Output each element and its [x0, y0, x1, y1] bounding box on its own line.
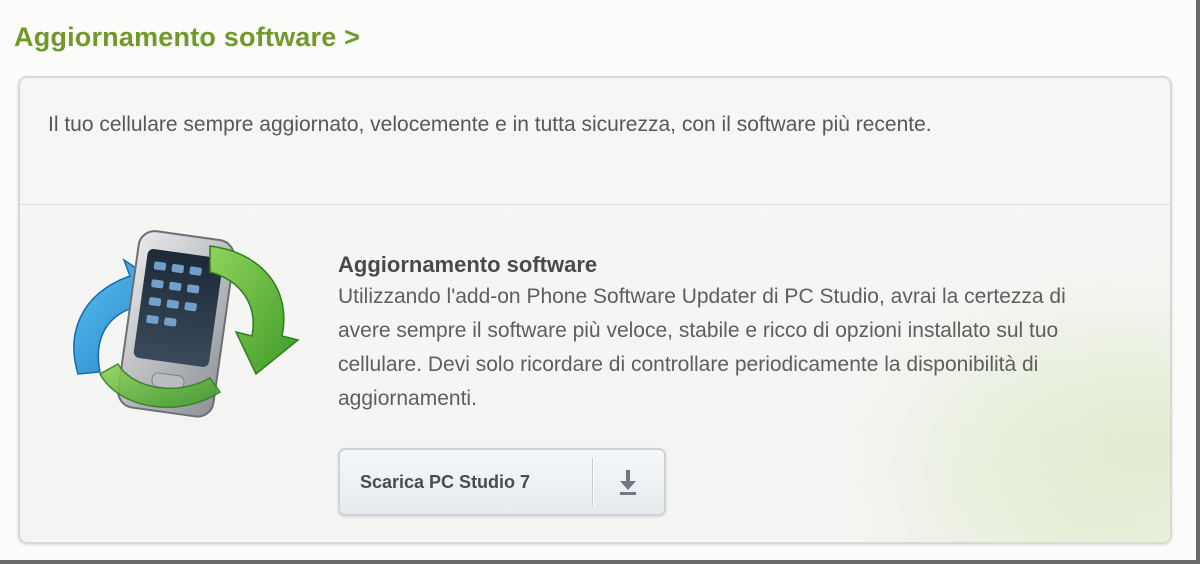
- software-update-card: Il tuo cellulare sempre aggiornato, velo…: [18, 76, 1172, 544]
- download-icon: [620, 470, 636, 495]
- feature-block: Aggiornamento software Utilizzando l'add…: [338, 250, 1098, 416]
- intro-text: Il tuo cellulare sempre aggiornato, velo…: [48, 113, 932, 136]
- feature-title: Aggiornamento software: [338, 252, 598, 277]
- phone-update-icon: [73, 230, 300, 418]
- page-frame: Aggiornamento software > Il tuo cellular…: [0, 0, 1200, 564]
- divider: [20, 204, 1170, 205]
- download-pc-studio-button[interactable]: Scarica PC Studio 7: [338, 448, 666, 516]
- section-title-link[interactable]: Aggiornamento software >: [14, 22, 360, 53]
- download-button-label: Scarica PC Studio 7: [360, 472, 531, 492]
- feature-description: Utilizzando l'add-on Phone Software Upda…: [338, 285, 1066, 410]
- button-separator: [592, 458, 593, 506]
